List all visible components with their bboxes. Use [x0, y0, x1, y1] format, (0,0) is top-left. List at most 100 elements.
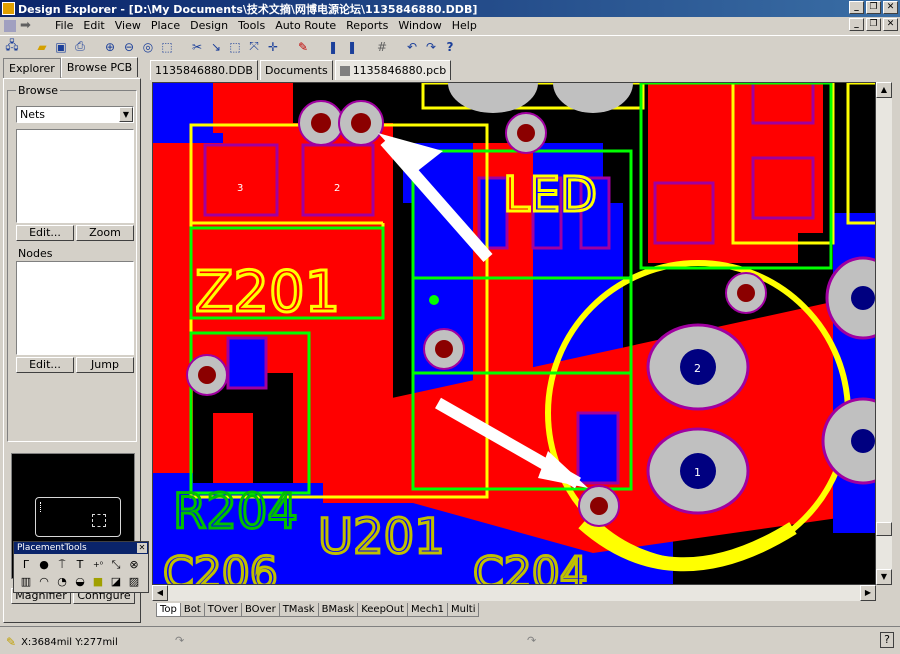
layer-tab-bmask[interactable]: BMask: [317, 603, 359, 617]
cut-icon[interactable]: ✂: [189, 39, 205, 55]
grid-icon[interactable]: #: [374, 39, 390, 55]
pcb-canvas[interactable]: LED Z201 R204 U201 C206 C204 3 2 2 1: [152, 82, 876, 585]
layer-tab-tover[interactable]: TOver: [203, 603, 242, 617]
jump-button[interactable]: Jump: [76, 357, 134, 373]
layer-tab-bover[interactable]: BOver: [240, 603, 280, 617]
pcb-drawing[interactable]: LED Z201 R204 U201 C206 C204 3 2 2 1: [153, 83, 876, 585]
tab-pcb[interactable]: 1135846880.pcb: [334, 60, 452, 80]
split-icon[interactable]: ▨: [126, 574, 142, 590]
undo-icon[interactable]: ↶: [404, 39, 420, 55]
tab-documents[interactable]: Documents: [259, 60, 333, 80]
tab-browse-pcb[interactable]: Browse PCB: [60, 57, 139, 77]
pad-icon[interactable]: ●: [36, 557, 52, 573]
via[interactable]: [186, 354, 228, 396]
fill-icon[interactable]: ■: [90, 574, 106, 590]
redo-icon[interactable]: ↷: [423, 39, 439, 55]
tab-pcb-label: 1135846880.pcb: [352, 64, 447, 77]
save-icon[interactable]: ▣: [53, 39, 69, 55]
edit-node-button[interactable]: Edit...: [16, 357, 74, 373]
via[interactable]: [578, 485, 620, 527]
menu-view[interactable]: View: [110, 19, 146, 32]
via[interactable]: [298, 100, 344, 146]
origin-icon[interactable]: ⊗: [126, 557, 142, 573]
via[interactable]: [423, 328, 465, 370]
tree-icon[interactable]: 🖧: [4, 38, 20, 55]
print-icon[interactable]: ⎙: [72, 39, 88, 55]
menu-edit[interactable]: Edit: [78, 19, 109, 32]
nodes-list[interactable]: [16, 261, 134, 355]
chevron-down-icon[interactable]: ▼: [119, 107, 133, 122]
pad-label-1: 1: [694, 466, 701, 479]
nets-list[interactable]: [16, 129, 134, 223]
horizontal-scrollbar[interactable]: ◀ ▶: [152, 585, 876, 601]
menu-file[interactable]: File: [50, 19, 78, 32]
via[interactable]: [505, 112, 547, 154]
coordinate-icon[interactable]: +⁰: [90, 557, 106, 573]
layer-tab-top[interactable]: Top: [156, 603, 181, 617]
edit-net-button[interactable]: Edit...: [16, 225, 74, 241]
menu-tools[interactable]: Tools: [233, 19, 270, 32]
zoom-area-icon[interactable]: ⬚: [159, 39, 175, 55]
deselect-icon[interactable]: ⤧: [246, 39, 262, 55]
browse-select[interactable]: Nets ▼: [16, 106, 134, 123]
mdi-close-button[interactable]: ✕: [883, 18, 898, 31]
mdi-restore-button[interactable]: ❐: [866, 18, 881, 31]
back-arrow-icon[interactable]: ➡: [20, 18, 31, 33]
scroll-thumb[interactable]: [876, 522, 892, 536]
tab-ddb[interactable]: 1135846880.DDB: [150, 60, 258, 80]
restore-button[interactable]: ❐: [866, 1, 881, 14]
zoom-fit-icon[interactable]: ◎: [140, 39, 156, 55]
scroll-down-icon[interactable]: ▼: [876, 569, 892, 585]
via-icon[interactable]: ⍑: [54, 557, 70, 573]
close-button[interactable]: ✕: [883, 1, 898, 14]
menu-help[interactable]: Help: [447, 19, 482, 32]
menu-window[interactable]: Window: [393, 19, 446, 32]
zoom-in-icon[interactable]: ⊕: [102, 39, 118, 55]
placement-tools-title-text: PlacementTools: [17, 543, 87, 553]
cursor-coordinates: X:3684mil Y:277mil: [21, 636, 118, 648]
close-icon[interactable]: ✕: [137, 543, 147, 553]
library-icon[interactable]: ❚: [325, 39, 341, 55]
scroll-left-icon[interactable]: ◀: [152, 585, 168, 601]
help-status-icon[interactable]: ?: [880, 632, 894, 648]
polygon-icon[interactable]: ◪: [108, 574, 124, 590]
menu-place[interactable]: Place: [146, 19, 185, 32]
via[interactable]: [725, 272, 767, 314]
cursor-icon: ✎: [6, 635, 17, 649]
room-icon[interactable]: ▥: [18, 574, 34, 590]
move-icon[interactable]: ↘: [208, 39, 224, 55]
tab-explorer[interactable]: Explorer: [3, 58, 61, 78]
layer-tab-bot[interactable]: Bot: [179, 603, 205, 617]
minimize-button[interactable]: _: [849, 1, 864, 14]
title-bar: Design Explorer - [D:\My Documents\技术文摘\…: [0, 0, 900, 17]
select-icon[interactable]: ⬚: [227, 39, 243, 55]
zoom-out-icon[interactable]: ⊖: [121, 39, 137, 55]
dimension-icon[interactable]: ⤡: [108, 557, 124, 573]
placement-tools-palette[interactable]: PlacementTools ✕ Γ ● ⍑ T +⁰ ⤡ ⊗ ▥ ◠ ◔ ◒ …: [13, 541, 149, 593]
minimap-view-rect[interactable]: [92, 514, 106, 527]
menu-auto-route[interactable]: Auto Route: [270, 19, 341, 32]
menu-design[interactable]: Design: [185, 19, 233, 32]
layer-tab-tmask[interactable]: TMask: [278, 603, 319, 617]
vertical-scrollbar[interactable]: ▲ ▼: [876, 82, 892, 585]
text-icon[interactable]: T: [72, 557, 88, 573]
browse-library-icon[interactable]: ❚: [344, 39, 360, 55]
layer-tab-mech1[interactable]: Mech1: [407, 603, 449, 617]
wand-icon[interactable]: ✎: [295, 39, 311, 55]
mdi-minimize-button[interactable]: _: [849, 18, 864, 31]
layer-tab-keepout[interactable]: KeepOut: [357, 603, 409, 617]
placement-tools-title[interactable]: PlacementTools ✕: [14, 542, 148, 554]
layer-tab-multi[interactable]: Multi: [447, 603, 480, 617]
arc-center-icon[interactable]: ◠: [36, 574, 52, 590]
arc-any-icon[interactable]: ◒: [72, 574, 88, 590]
via[interactable]: [338, 100, 384, 146]
menu-reports[interactable]: Reports: [341, 19, 393, 32]
help-icon[interactable]: ?: [442, 39, 458, 55]
open-icon[interactable]: ▰: [34, 39, 50, 55]
scroll-up-icon[interactable]: ▲: [876, 82, 892, 98]
track-icon[interactable]: Γ: [18, 557, 34, 573]
zoom-button[interactable]: Zoom: [76, 225, 134, 241]
cross-icon[interactable]: ✛: [265, 39, 281, 55]
scroll-right-icon[interactable]: ▶: [860, 585, 876, 601]
arc-edge-icon[interactable]: ◔: [54, 574, 70, 590]
